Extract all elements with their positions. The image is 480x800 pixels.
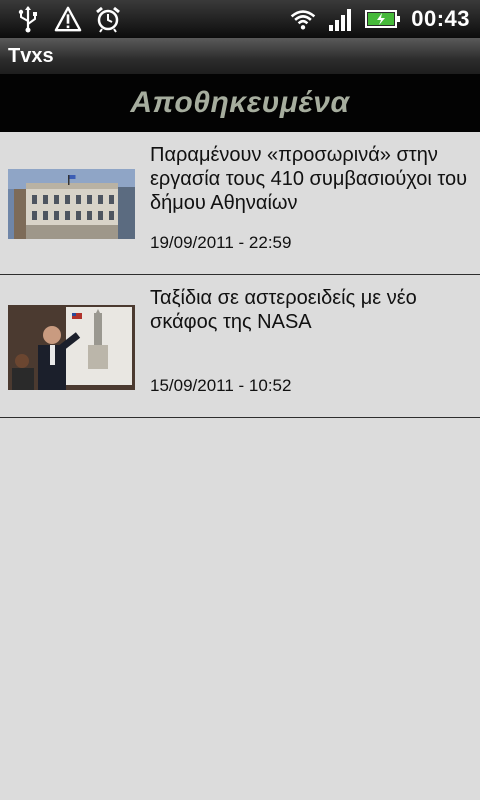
list-item[interactable]: Παραμένουν «προσωρινά» στην εργασία τους… [0,132,480,275]
list-item[interactable]: Ταξίδια σε αστεροειδείς με νέο σκάφος τη… [0,275,480,418]
article-date: 19/09/2011 - 22:59 [150,233,292,252]
usb-icon [14,5,42,33]
section-title: Αποθηκευμένα [130,86,350,119]
warning-icon [54,5,82,33]
article-headline: Ταξίδια σε αστεροειδείς με νέο σκάφος τη… [150,287,417,333]
article-thumbnail [8,169,135,239]
article-text: Ταξίδια σε αστεροειδείς με νέο σκάφος τη… [150,286,470,334]
article-text: Παραμένουν «προσωρινά» στην εργασία τους… [150,143,470,215]
signal-icon [327,5,355,33]
article-date: 15/09/2011 - 10:52 [150,376,292,395]
saved-articles-list: Παραμένουν «προσωρινά» στην εργασία τους… [0,132,480,418]
section-header: Αποθηκευμένα [0,74,480,132]
clock: 00:43 [411,6,470,31]
status-bar: 00:43 [0,0,480,38]
alarm-icon [94,5,122,33]
article-thumbnail [8,305,135,390]
article-headline: Παραμένουν «προσωρινά» στην εργασία τους… [150,144,468,214]
wifi-icon [289,5,317,33]
app-title: Tvxs [8,44,54,67]
battery-charging-icon [365,5,401,33]
app-title-bar: Tvxs [0,38,480,75]
